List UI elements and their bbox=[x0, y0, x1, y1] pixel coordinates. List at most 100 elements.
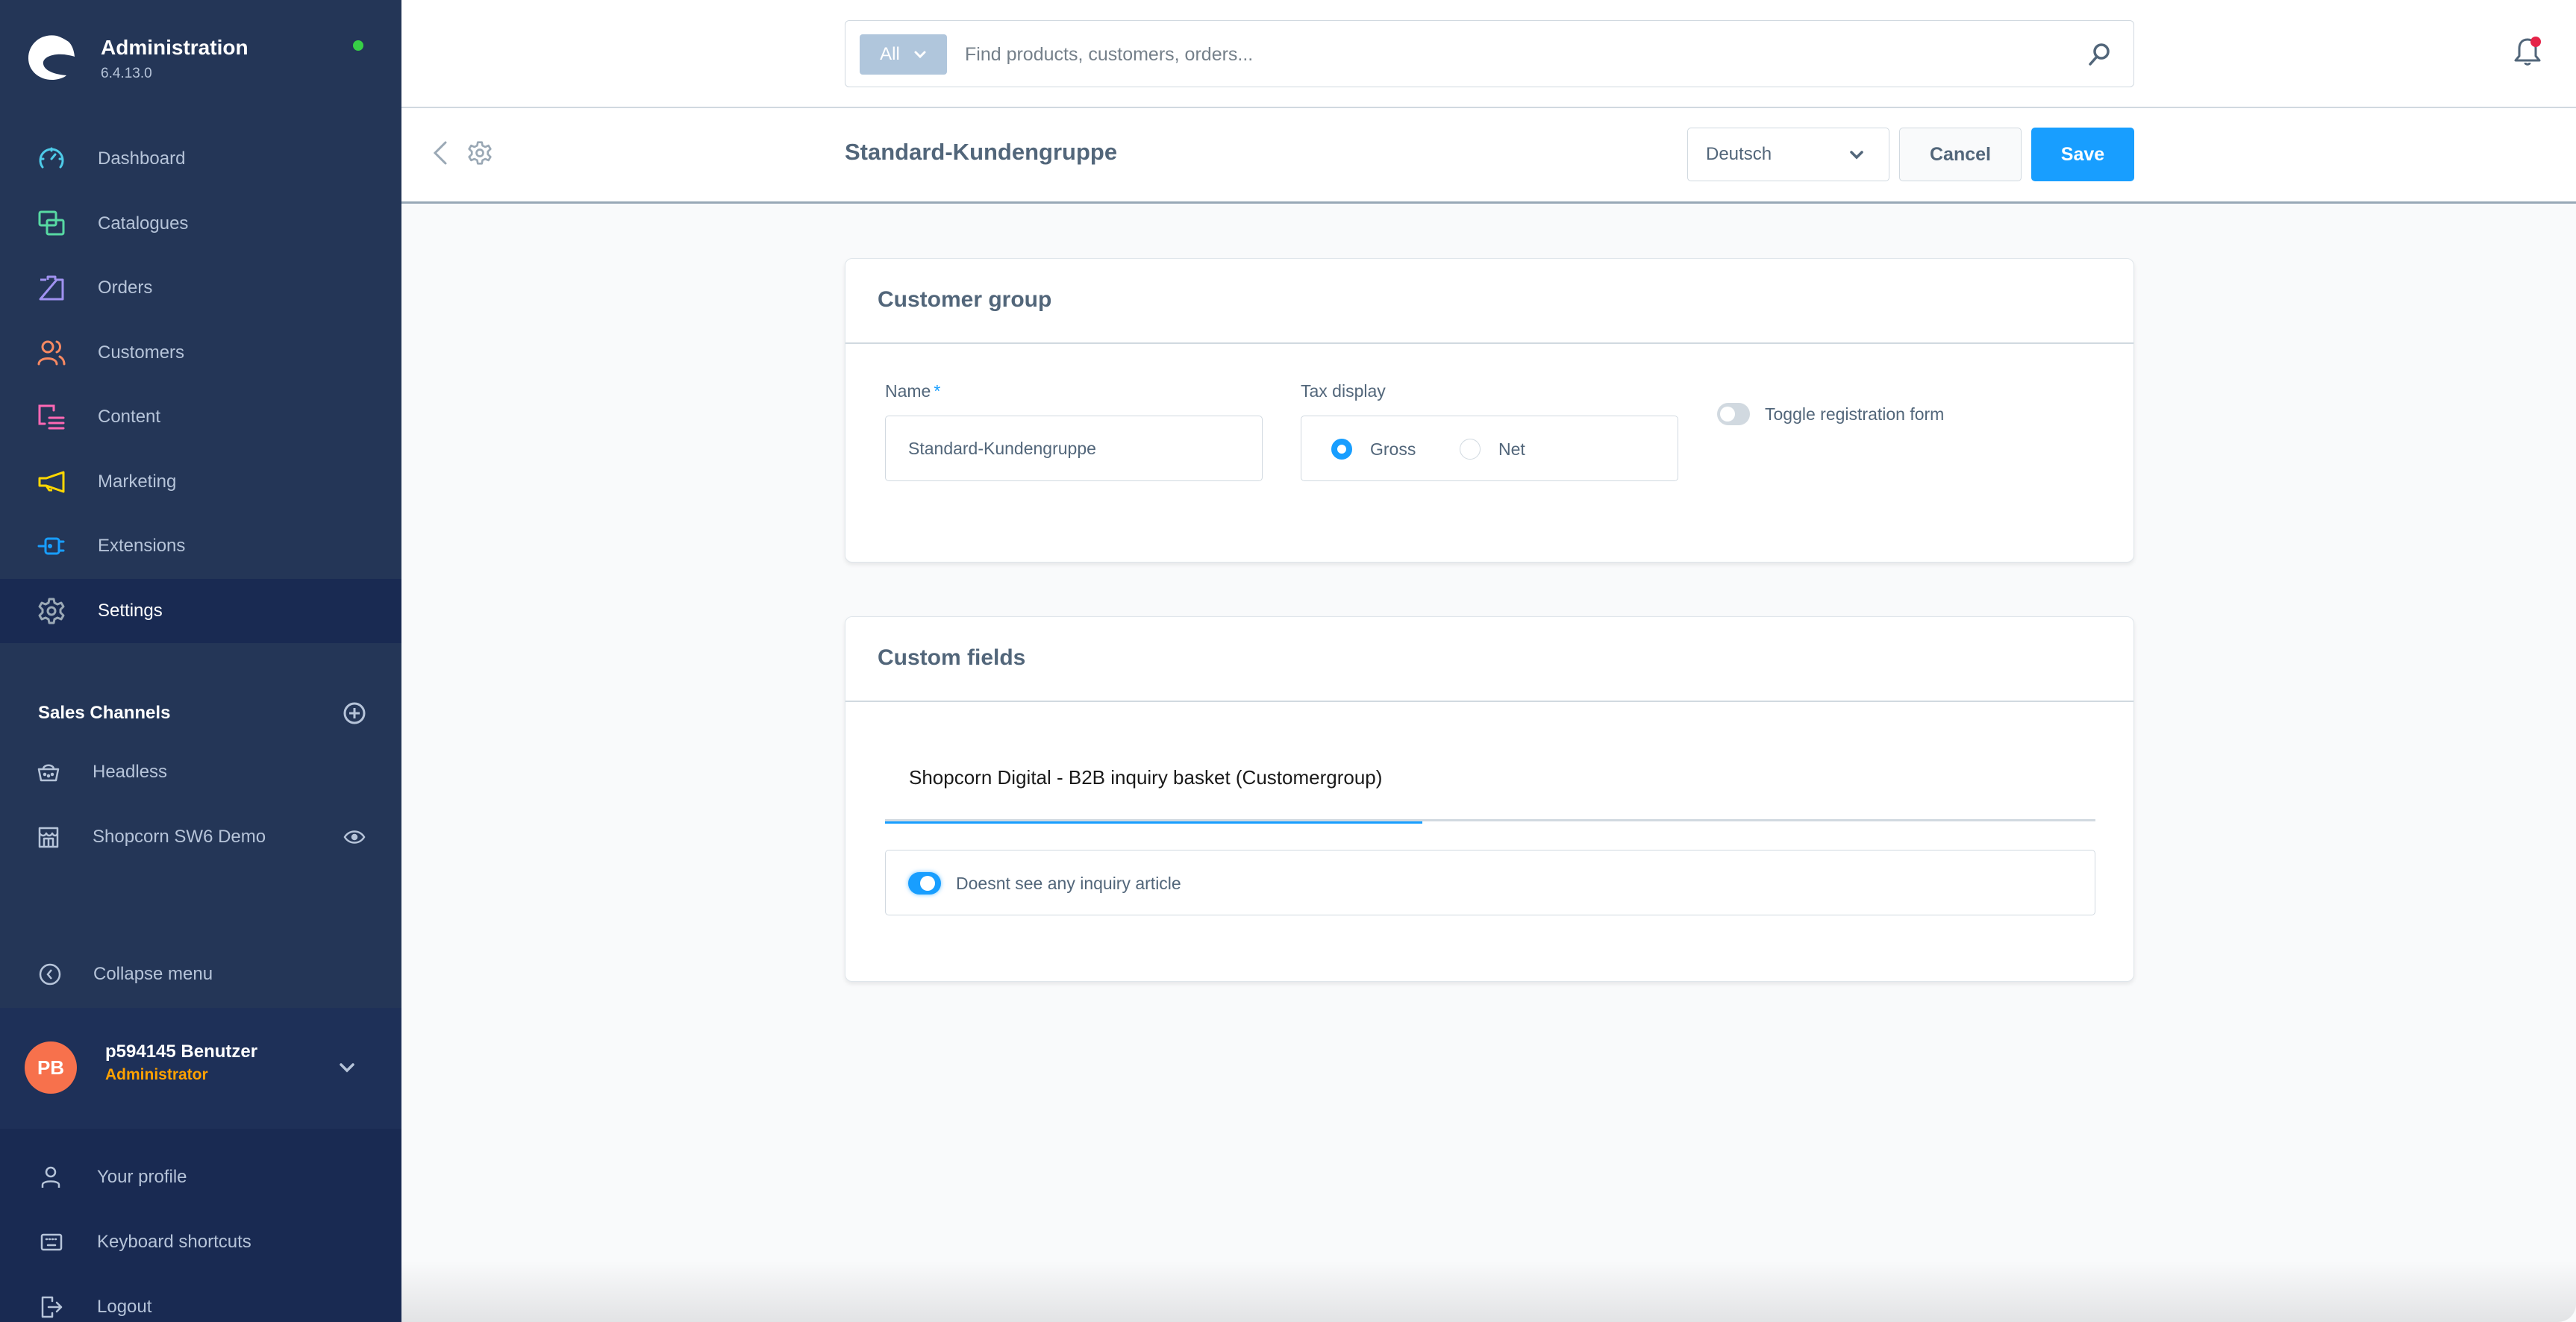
storefront-icon bbox=[38, 827, 59, 848]
radio-label: Gross bbox=[1370, 439, 1416, 459]
search-type-select[interactable]: All bbox=[860, 34, 947, 75]
sidebar-item-catalogues[interactable]: Catalogues bbox=[0, 192, 401, 257]
sidebar-item-settings[interactable]: Settings bbox=[0, 578, 401, 643]
sidebar-item-label: Marketing bbox=[98, 471, 177, 492]
toggle-label: Doesnt see any inquiry article bbox=[956, 873, 1181, 893]
logout-link[interactable]: Logout bbox=[40, 1288, 369, 1322]
brand-header: Administration 6.4.13.0 bbox=[27, 33, 340, 93]
basket-icon bbox=[37, 764, 60, 782]
sales-channels-header: Sales Channels bbox=[38, 698, 366, 728]
sales-channel-label: Headless bbox=[93, 762, 168, 782]
cancel-button[interactable]: Cancel bbox=[1899, 128, 2022, 181]
registration-form-toggle[interactable]: Toggle registration form bbox=[1717, 399, 1944, 429]
custom-fields-card: Custom fields Shopcorn Digital - B2B inq… bbox=[845, 616, 2134, 982]
top-bar: All bbox=[401, 0, 2576, 108]
save-button[interactable]: Save bbox=[2031, 128, 2134, 181]
language-select[interactable]: Deutsch bbox=[1687, 128, 1889, 181]
sidebar-item-marketing[interactable]: Marketing bbox=[0, 450, 401, 515]
tax-radio-net[interactable]: Net bbox=[1460, 416, 1525, 482]
sidebar-item-label: Extensions bbox=[98, 536, 186, 557]
collapse-menu-button[interactable]: Collapse menu bbox=[39, 959, 337, 989]
logout-icon bbox=[41, 1296, 63, 1318]
divider bbox=[845, 701, 2133, 702]
bell-icon bbox=[2514, 37, 2541, 66]
sidebar-item-content[interactable]: Content bbox=[0, 385, 401, 450]
custom-field-set-tabs: Shopcorn Digital - B2B inquiry basket (C… bbox=[885, 744, 2095, 824]
extensions-icon bbox=[37, 532, 66, 560]
sidebar-item-extensions[interactable]: Extensions bbox=[0, 514, 401, 579]
user-name: p594145 Benutzer bbox=[105, 1041, 258, 1062]
dashboard-icon bbox=[37, 145, 66, 173]
app-version: 6.4.13.0 bbox=[101, 66, 152, 81]
user-role: Administrator bbox=[105, 1066, 208, 1083]
toggle-label: Toggle registration form bbox=[1765, 404, 1945, 424]
logout-label: Logout bbox=[97, 1297, 152, 1317]
catalogues-icon bbox=[37, 210, 66, 238]
notification-dot bbox=[2530, 37, 2541, 47]
add-sales-channel-icon[interactable] bbox=[343, 701, 366, 725]
search-input[interactable] bbox=[965, 37, 2010, 72]
status-indicator bbox=[353, 40, 363, 51]
content-icon bbox=[37, 403, 66, 431]
collapse-menu-label: Collapse menu bbox=[93, 964, 213, 984]
page-title: Standard-Kundengruppe bbox=[845, 139, 1118, 165]
inquiry-article-toggle[interactable]: Doesnt see any inquiry article bbox=[908, 868, 1181, 898]
sales-channel-item-headless[interactable]: Headless bbox=[37, 754, 366, 791]
search-type-label: All bbox=[880, 44, 900, 64]
name-input[interactable] bbox=[885, 416, 1263, 481]
name-label: Name * bbox=[885, 381, 940, 401]
smart-bar: Standard-Kundengruppe Deutsch Cancel Sav… bbox=[401, 108, 2576, 204]
required-mark: * bbox=[934, 381, 941, 401]
your-profile-label: Your profile bbox=[97, 1167, 187, 1187]
avatar: PB bbox=[25, 1041, 77, 1094]
sales-channel-item-shopcorn[interactable]: Shopcorn SW6 Demo bbox=[37, 818, 366, 856]
custom-field-box: Doesnt see any inquiry article bbox=[885, 850, 2095, 915]
settings-icon bbox=[37, 597, 66, 625]
tax-display-label: Tax display bbox=[1301, 381, 1386, 401]
sidebar-item-customers[interactable]: Customers bbox=[0, 321, 401, 386]
your-profile-link[interactable]: Your profile bbox=[40, 1159, 369, 1196]
main-nav: Dashboard Catalogues Orders Customers Co… bbox=[0, 127, 401, 643]
app-title: Administration bbox=[101, 36, 248, 59]
orders-icon bbox=[37, 274, 66, 302]
language-value: Deutsch bbox=[1706, 144, 1772, 164]
keyboard-shortcuts-link[interactable]: Keyboard shortcuts bbox=[40, 1224, 369, 1261]
user-menu: Your profile Keyboard shortcuts Logout bbox=[0, 1129, 401, 1322]
keyboard-icon bbox=[40, 1233, 63, 1251]
chevron-left-circle-icon bbox=[39, 963, 61, 986]
back-icon[interactable] bbox=[432, 140, 448, 166]
window-bottom-edge bbox=[401, 1261, 2576, 1322]
sales-channel-label: Shopcorn SW6 Demo bbox=[93, 827, 266, 847]
user-badge[interactable]: PB p594145 Benutzer Administrator bbox=[0, 1008, 401, 1129]
customers-icon bbox=[37, 339, 66, 367]
chevron-down-icon[interactable] bbox=[337, 1060, 357, 1075]
tax-radio-gross[interactable]: Gross bbox=[1331, 416, 1416, 482]
tax-display-radio-group: Gross Net bbox=[1301, 416, 1678, 481]
radio-checked bbox=[1331, 439, 1352, 460]
marketing-icon bbox=[37, 468, 66, 496]
search-icon[interactable] bbox=[2087, 42, 2111, 67]
sidebar-item-label: Customers bbox=[98, 342, 185, 363]
toggle-knob bbox=[920, 876, 935, 891]
gear-icon[interactable] bbox=[467, 140, 493, 166]
customer-group-card: Customer group Name* Tax display Gross N… bbox=[845, 258, 2134, 563]
eye-icon[interactable] bbox=[343, 826, 366, 848]
tab-label: Shopcorn Digital - B2B inquiry basket (C… bbox=[909, 766, 1383, 789]
sidebar-item-orders[interactable]: Orders bbox=[0, 256, 401, 321]
sidebar-item-label: Orders bbox=[98, 278, 153, 298]
notifications-button[interactable] bbox=[2511, 35, 2544, 69]
sidebar-item-label: Dashboard bbox=[98, 148, 186, 169]
sidebar-item-label: Settings bbox=[98, 600, 163, 621]
toggle-switch-off[interactable] bbox=[1717, 403, 1750, 425]
tab-b2b-inquiry-basket[interactable]: Shopcorn Digital - B2B inquiry basket (C… bbox=[885, 744, 1422, 824]
card-title: Custom fields bbox=[878, 645, 1026, 670]
divider bbox=[845, 342, 2133, 344]
sales-channels-title: Sales Channels bbox=[38, 703, 171, 723]
toggle-switch-on[interactable] bbox=[908, 872, 941, 895]
sidebar-item-dashboard[interactable]: Dashboard bbox=[0, 127, 401, 192]
chevron-down-icon bbox=[1850, 151, 1863, 160]
sidebar: Administration 6.4.13.0 Dashboard Catalo… bbox=[0, 0, 401, 1322]
chevron-down-icon bbox=[914, 51, 926, 59]
name-label-text: Name bbox=[885, 381, 931, 401]
keyboard-shortcuts-label: Keyboard shortcuts bbox=[97, 1232, 251, 1252]
